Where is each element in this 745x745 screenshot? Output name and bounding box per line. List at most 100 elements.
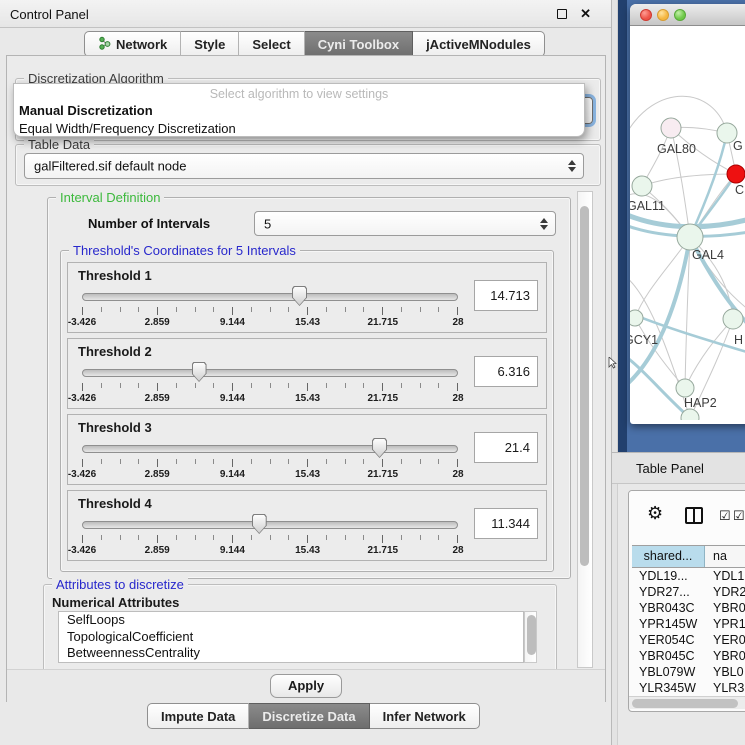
table-cell[interactable]: YPR1: [705, 616, 745, 632]
table-cell[interactable]: YLR3: [705, 680, 745, 696]
tick-mark: [363, 383, 364, 388]
scrollbar-thumb[interactable]: [632, 699, 738, 708]
table-hscrollbar[interactable]: [629, 696, 745, 709]
number-of-intervals-combobox[interactable]: 5: [254, 211, 556, 236]
tick-mark: [438, 459, 439, 464]
network-canvas[interactable]: GAL80GCGAL11GAL4GCY1HHAP2: [630, 26, 745, 420]
tick-mark: [213, 383, 214, 388]
table-cell[interactable]: YBR045C: [632, 648, 705, 664]
slider-thumb[interactable]: [252, 514, 267, 534]
tick-mark: [195, 535, 196, 540]
attribute-item-selfloops[interactable]: SelfLoops: [59, 612, 523, 629]
tick-mark: [82, 535, 83, 543]
column-header-1[interactable]: na: [705, 546, 745, 567]
slider-thumb[interactable]: [372, 438, 387, 458]
tick-label: 9.144: [220, 393, 245, 404]
checkbox-icon[interactable]: ☑: [733, 508, 745, 524]
table-cell[interactable]: YDL1: [705, 568, 745, 584]
attribute-item-betweennesscentrality[interactable]: BetweennessCentrality: [59, 645, 523, 662]
table-cell[interactable]: YDL19...: [632, 568, 705, 584]
table-cell[interactable]: YLR345W: [632, 680, 705, 696]
algorithm-option-manual-discretization[interactable]: Manual Discretization: [17, 102, 576, 120]
table-cell[interactable]: YER054C: [632, 632, 705, 648]
table-row[interactable]: YER054CYER0: [632, 632, 745, 648]
combo-spinner[interactable]: [568, 160, 576, 172]
threshold-slider[interactable]: -3.4262.8599.14415.4321.71528: [82, 363, 458, 405]
threshold-slider[interactable]: -3.4262.8599.14415.4321.71528: [82, 439, 458, 481]
algorithm-option-equal-width-frequency-discretization[interactable]: Equal Width/Frequency Discretization: [17, 120, 576, 137]
slider-track[interactable]: [82, 369, 458, 377]
network-view-window: GAL80GCGAL11GAL4GCY1HHAP2: [630, 4, 745, 424]
float-window-icon[interactable]: [557, 9, 567, 19]
table-row[interactable]: YDL19...YDL1: [632, 568, 745, 584]
table-row[interactable]: YDR27...YDR2: [632, 584, 745, 600]
network-node[interactable]: [676, 379, 694, 397]
tab-jactivemnodules[interactable]: jActiveMNodules: [413, 31, 545, 57]
attribute-item-topologicalcoefficient[interactable]: TopologicalCoefficient: [59, 629, 523, 646]
scrollbar-thumb[interactable]: [527, 615, 536, 655]
tick-mark: [345, 307, 346, 312]
table-row[interactable]: YPR145WYPR1: [632, 616, 745, 632]
threshold-value-field[interactable]: 11.344: [474, 508, 538, 539]
apply-button[interactable]: Apply: [270, 674, 342, 698]
slider-thumb[interactable]: [192, 362, 207, 382]
tick-mark: [382, 535, 383, 543]
tick-mark: [232, 459, 233, 467]
close-icon[interactable]: ✕: [580, 6, 591, 22]
threshold-value-field[interactable]: 14.713: [474, 280, 538, 311]
checkbox-icon[interactable]: ☑: [719, 508, 731, 524]
attributes-list-scrollbar[interactable]: [524, 611, 537, 663]
network-node[interactable]: [677, 224, 703, 250]
network-node[interactable]: [723, 309, 743, 329]
gear-icon[interactable]: ⚙: [647, 503, 663, 524]
settings-scrollbar[interactable]: [577, 191, 593, 668]
table-cell[interactable]: YBL079W: [632, 664, 705, 680]
table-cell[interactable]: YER0: [705, 632, 745, 648]
table-row[interactable]: YLR345WYLR3: [632, 680, 745, 696]
columns-icon[interactable]: [685, 507, 703, 524]
table-cell[interactable]: YDR27...: [632, 584, 705, 600]
table-data-combobox[interactable]: galFiltered.sif default node: [24, 153, 584, 179]
spinner-down-icon: [568, 167, 576, 172]
table-row[interactable]: YBR045CYBR0: [632, 648, 745, 664]
tab-infer-network[interactable]: Infer Network: [370, 703, 480, 729]
minimize-traffic-light-icon[interactable]: [657, 9, 669, 21]
table-cell[interactable]: YBR043C: [632, 600, 705, 616]
slider-track[interactable]: [82, 521, 458, 529]
tab-network[interactable]: Network: [84, 31, 181, 57]
network-window-titlebar[interactable]: [630, 4, 745, 26]
slider-track[interactable]: [82, 445, 458, 453]
tab-impute-data[interactable]: Impute Data: [147, 703, 249, 729]
network-node[interactable]: [661, 118, 681, 138]
threshold-value-field[interactable]: 6.316: [474, 356, 538, 387]
table-cell[interactable]: YPR145W: [632, 616, 705, 632]
threshold-label: Threshold 4: [78, 496, 152, 511]
close-traffic-light-icon[interactable]: [640, 9, 652, 21]
network-node[interactable]: [727, 165, 745, 183]
threshold-value-field[interactable]: 21.4: [474, 432, 538, 463]
table-cell[interactable]: YBL0: [705, 664, 745, 680]
algorithm-hint-item[interactable]: Select algorithm to view settings: [14, 87, 584, 101]
table-cell[interactable]: YDR2: [705, 584, 745, 600]
tab-style[interactable]: Style: [181, 31, 239, 57]
zoom-traffic-light-icon[interactable]: [674, 9, 686, 21]
table-row[interactable]: YBL079WYBL0: [632, 664, 745, 680]
threshold-slider[interactable]: -3.4262.8599.14415.4321.71528: [82, 287, 458, 329]
table-cell[interactable]: YBR0: [705, 600, 745, 616]
scrollbar-thumb[interactable]: [580, 206, 589, 566]
combo-spinner[interactable]: [540, 218, 548, 230]
network-node[interactable]: [632, 176, 652, 196]
slider-track[interactable]: [82, 293, 458, 301]
slider-thumb[interactable]: [292, 286, 307, 306]
interval-definition-group: Interval Definition Number of Intervals …: [47, 197, 571, 579]
tick-label: 15.43: [295, 545, 320, 556]
table-cell[interactable]: YBR0: [705, 648, 745, 664]
network-node[interactable]: [630, 310, 643, 326]
tick-label: 28: [452, 469, 463, 480]
threshold-slider[interactable]: -3.4262.8599.14415.4321.71528: [82, 515, 458, 557]
table-row[interactable]: YBR043CYBR0: [632, 600, 745, 616]
tab-select[interactable]: Select: [239, 31, 304, 57]
column-header-0[interactable]: shared...: [632, 546, 705, 567]
tab-cyni-toolbox[interactable]: Cyni Toolbox: [305, 31, 413, 57]
tab-discretize-data[interactable]: Discretize Data: [249, 703, 369, 729]
